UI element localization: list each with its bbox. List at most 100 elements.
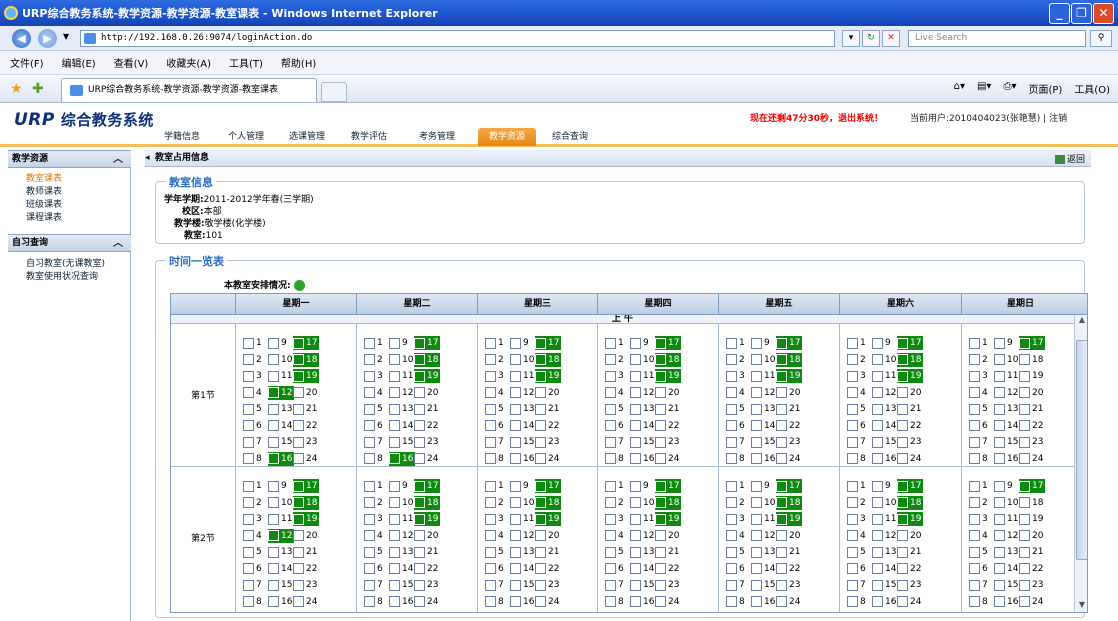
- week-checkbox[interactable]: [994, 546, 1005, 558]
- week-14-option[interactable]: 14: [268, 419, 292, 433]
- week-checkbox[interactable]: [994, 453, 1005, 464]
- week-19-option[interactable]: 19: [897, 369, 923, 383]
- week-17-option[interactable]: 17: [897, 479, 923, 493]
- week-16-option[interactable]: 16: [268, 451, 294, 466]
- week-checkbox[interactable]: [535, 563, 546, 574]
- week-20-option[interactable]: 20: [1019, 386, 1043, 400]
- nav-tab-resources[interactable]: 教学资源: [478, 128, 536, 146]
- week-6-option[interactable]: 6: [969, 562, 988, 576]
- week-checkbox[interactable]: [605, 497, 616, 508]
- week-checkbox[interactable]: [872, 513, 883, 525]
- week-7-option[interactable]: 7: [726, 435, 745, 449]
- week-2-option[interactable]: 2: [485, 353, 504, 367]
- week-10-option[interactable]: 10: [389, 496, 413, 510]
- week-checkbox[interactable]: [897, 337, 908, 349]
- week-16-option[interactable]: 16: [510, 452, 534, 466]
- week-14-option[interactable]: 14: [630, 562, 654, 576]
- week-checkbox[interactable]: [630, 596, 641, 607]
- week-checkbox[interactable]: [268, 579, 279, 591]
- week-23-option[interactable]: 23: [414, 578, 438, 592]
- week-7-option[interactable]: 7: [969, 435, 988, 449]
- week-11-option[interactable]: 11: [751, 512, 775, 526]
- week-checkbox[interactable]: [994, 370, 1005, 382]
- week-checkbox[interactable]: [605, 370, 616, 382]
- week-checkbox[interactable]: [751, 513, 762, 525]
- week-19-option[interactable]: 19: [1019, 369, 1043, 383]
- week-18-option[interactable]: 18: [897, 495, 923, 510]
- week-3-option[interactable]: 3: [243, 512, 262, 526]
- week-17-option[interactable]: 17: [655, 336, 681, 350]
- week-checkbox[interactable]: [655, 513, 666, 525]
- week-19-option[interactable]: 19: [293, 369, 319, 383]
- week-10-option[interactable]: 10: [268, 496, 292, 510]
- week-11-option[interactable]: 11: [389, 369, 413, 383]
- week-checkbox[interactable]: [268, 387, 279, 398]
- week-17-option[interactable]: 17: [414, 479, 440, 493]
- week-4-option[interactable]: 4: [969, 529, 988, 543]
- week-12-option[interactable]: 12: [268, 385, 294, 400]
- week-checkbox[interactable]: [364, 563, 375, 574]
- week-checkbox[interactable]: [364, 497, 375, 508]
- week-checkbox[interactable]: [510, 403, 521, 415]
- week-1-option[interactable]: 1: [243, 336, 262, 350]
- week-checkbox[interactable]: [389, 436, 400, 448]
- week-checkbox[interactable]: [751, 354, 762, 365]
- week-checkbox[interactable]: [1019, 436, 1030, 448]
- week-checkbox[interactable]: [364, 370, 375, 382]
- week-checkbox[interactable]: [872, 480, 883, 492]
- week-checkbox[interactable]: [776, 420, 787, 431]
- week-1-option[interactable]: 1: [605, 336, 624, 350]
- tools-menu[interactable]: 工具(O): [1074, 81, 1110, 96]
- week-checkbox[interactable]: [847, 530, 858, 541]
- week-15-option[interactable]: 15: [994, 435, 1018, 449]
- week-checkbox[interactable]: [751, 546, 762, 558]
- week-8-option[interactable]: 8: [243, 452, 262, 466]
- week-checkbox[interactable]: [751, 403, 762, 415]
- live-search-input[interactable]: Live Search: [908, 30, 1086, 47]
- week-4-option[interactable]: 4: [243, 386, 262, 400]
- week-checkbox[interactable]: [414, 436, 425, 448]
- week-checkbox[interactable]: [364, 546, 375, 558]
- week-3-option[interactable]: 3: [726, 512, 745, 526]
- back-button[interactable]: 返回: [1054, 152, 1085, 168]
- week-checkbox[interactable]: [389, 596, 400, 607]
- week-4-option[interactable]: 4: [485, 529, 504, 543]
- week-checkbox[interactable]: [751, 530, 762, 541]
- week-checkbox[interactable]: [605, 436, 616, 448]
- week-20-option[interactable]: 20: [776, 386, 800, 400]
- week-17-option[interactable]: 17: [293, 336, 319, 350]
- week-11-option[interactable]: 11: [751, 369, 775, 383]
- week-checkbox[interactable]: [510, 387, 521, 398]
- week-checkbox[interactable]: [1019, 480, 1030, 492]
- week-19-option[interactable]: 19: [535, 369, 561, 383]
- week-13-option[interactable]: 13: [268, 402, 292, 416]
- week-checkbox[interactable]: [510, 453, 521, 464]
- week-checkbox[interactable]: [535, 480, 546, 492]
- week-15-option[interactable]: 15: [510, 578, 534, 592]
- week-checkbox[interactable]: [535, 530, 546, 541]
- week-checkbox[interactable]: [293, 596, 304, 607]
- week-checkbox[interactable]: [268, 370, 279, 382]
- week-14-option[interactable]: 14: [268, 562, 292, 576]
- week-12-option[interactable]: 12: [872, 386, 896, 400]
- week-8-option[interactable]: 8: [243, 595, 262, 609]
- week-checkbox[interactable]: [389, 480, 400, 492]
- week-2-option[interactable]: 2: [726, 496, 745, 510]
- week-checkbox[interactable]: [414, 596, 425, 607]
- chevron-up-icon[interactable]: ︿: [113, 152, 123, 168]
- week-checkbox[interactable]: [872, 420, 883, 431]
- week-14-option[interactable]: 14: [872, 562, 896, 576]
- week-checkbox[interactable]: [535, 370, 546, 382]
- chevron-up-icon[interactable]: ︿: [113, 236, 123, 252]
- week-18-option[interactable]: 18: [1019, 496, 1043, 510]
- favorites-star-icon[interactable]: ★: [10, 81, 23, 97]
- week-checkbox[interactable]: [414, 354, 425, 365]
- week-checkbox[interactable]: [243, 563, 254, 574]
- week-checkbox[interactable]: [630, 337, 641, 349]
- week-5-option[interactable]: 5: [969, 402, 988, 416]
- url-field[interactable]: http://192.168.0.26:9074/loginAction.do: [80, 30, 835, 47]
- week-21-option[interactable]: 21: [897, 545, 921, 559]
- url-dropdown-icon[interactable]: ▾: [842, 30, 860, 47]
- week-24-option[interactable]: 24: [293, 595, 317, 609]
- week-12-option[interactable]: 12: [510, 529, 534, 543]
